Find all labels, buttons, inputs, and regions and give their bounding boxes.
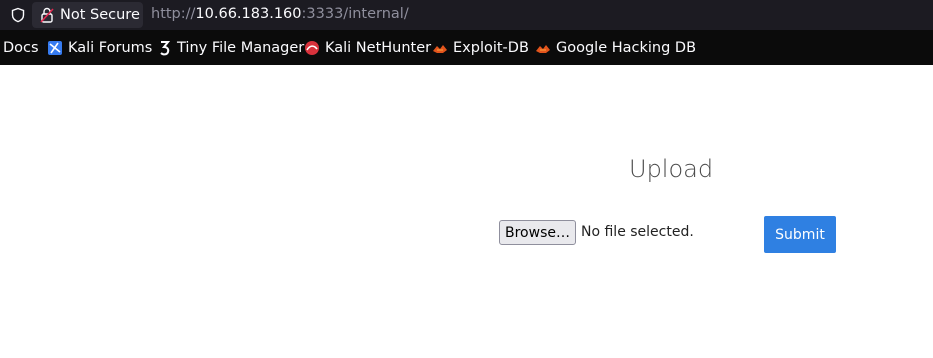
bookmarks-toolbar: Docs Kali Forums Tiny File Manager Kali … (0, 30, 933, 65)
bookmark-label: Kali NetHunter (325, 39, 432, 56)
bookmark-docs[interactable]: Docs (3, 30, 39, 65)
url-scheme: http:// (151, 6, 196, 22)
url-path: :3333/internal/ (301, 6, 409, 22)
bookmark-kali-nethunter[interactable]: Kali NetHunter (304, 30, 431, 65)
submit-button[interactable]: Submit (764, 216, 836, 253)
bookmark-tiny-file-manager[interactable]: Tiny File Manager (158, 30, 304, 65)
browse-button[interactable]: Browse… (499, 220, 576, 245)
address-field[interactable]: http://10.66.183.160:3333/internal/ (151, 6, 409, 22)
tiny-file-manager-icon (160, 40, 171, 55)
bookmark-label: Exploit-DB (453, 39, 529, 56)
bookmark-google-hacking-db[interactable]: Google Hacking DB (535, 30, 696, 65)
bookmark-label: Docs (3, 39, 39, 56)
bookmark-label: Tiny File Manager (177, 39, 305, 56)
page-content: Upload Browse… No file selected. Submit (0, 65, 933, 358)
bookmark-label: Kali Forums (68, 39, 153, 56)
url-bar: Not Secure http://10.66.183.160:3333/int… (0, 0, 933, 30)
ghdb-icon (536, 44, 550, 53)
bookmark-label: Google Hacking DB (556, 39, 697, 56)
shield-icon[interactable] (10, 7, 26, 23)
not-secure-indicator[interactable]: Not Secure (32, 2, 143, 28)
file-status-text: No file selected. (581, 224, 694, 240)
nethunter-icon (305, 40, 319, 55)
insecure-lock-icon (40, 7, 54, 23)
url-host: 10.66.183.160 (195, 6, 302, 22)
bookmark-exploit-db[interactable]: Exploit-DB (432, 30, 529, 65)
bookmark-kali-forums[interactable]: Kali Forums (47, 30, 152, 65)
page-title: Upload (629, 155, 714, 183)
kali-forums-icon (48, 40, 62, 55)
exploit-db-icon (433, 44, 447, 53)
security-label: Not Secure (60, 7, 140, 23)
